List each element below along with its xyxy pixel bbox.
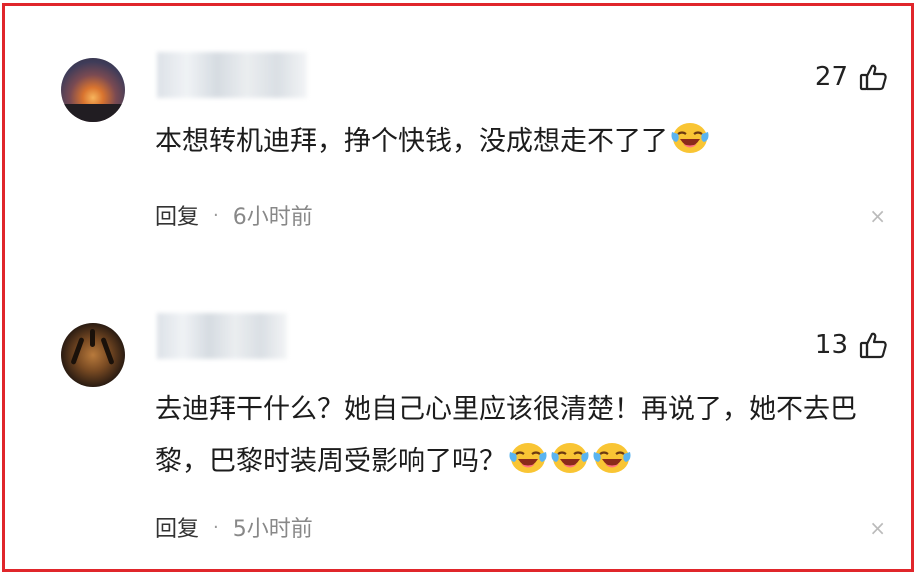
user-avatar[interactable] <box>61 323 125 387</box>
thumb-up-icon[interactable] <box>858 62 888 92</box>
close-icon[interactable]: × <box>869 206 886 226</box>
comment-text: 本想转机迪拜，挣个快钱，没成想走不了了 <box>155 126 668 157</box>
laughing-crying-emoji <box>509 443 547 473</box>
meta-separator: · <box>213 204 219 226</box>
like-count: 27 <box>814 62 848 92</box>
laughing-crying-emoji <box>593 443 631 473</box>
laughing-crying-emoji <box>671 123 709 153</box>
reply-button[interactable]: 回复 <box>155 199 199 231</box>
comment-meta: 回复 · 6小时前 <box>155 199 313 231</box>
comment-text-block: 本想转机迪拜，挣个快钱，没成想走不了了 <box>155 116 900 168</box>
like-count: 13 <box>814 330 848 360</box>
close-icon[interactable]: × <box>869 518 886 538</box>
user-avatar[interactable] <box>61 58 125 122</box>
thumb-up-icon[interactable] <box>858 330 888 360</box>
like-control[interactable]: 13 <box>815 330 888 360</box>
comment-timestamp: 5小时前 <box>232 517 313 542</box>
laughing-crying-emoji <box>551 443 589 473</box>
comment-timestamp: 6小时前 <box>232 205 313 230</box>
comment-text-block: 去迪拜干什么？她自己心里应该很清楚！再说了，她不去巴黎，巴黎时装周受影响了吗？ <box>155 384 900 488</box>
reply-button[interactable]: 回复 <box>155 511 199 543</box>
comment-text: 去迪拜干什么？她自己心里应该很清楚！再说了，她不去巴黎，巴黎时装周受影响了吗？ <box>155 394 857 477</box>
username-redacted <box>157 313 287 359</box>
like-control[interactable]: 27 <box>815 62 888 92</box>
username-redacted <box>157 52 307 98</box>
comment-meta: 回复 · 5小时前 <box>155 511 313 543</box>
meta-separator: · <box>213 516 219 538</box>
